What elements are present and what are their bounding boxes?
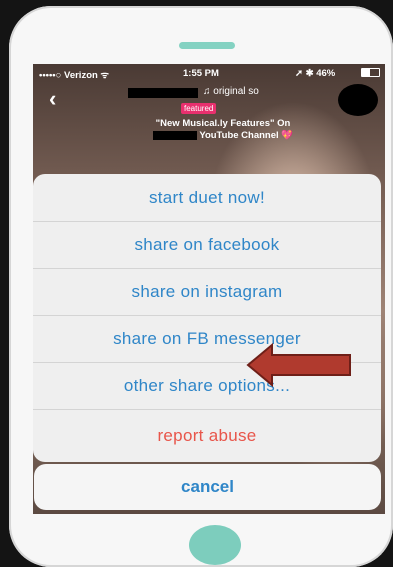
redaction-bar (128, 88, 198, 98)
share-action-sheet: start duet now! share on facebook share … (33, 174, 381, 462)
avatar[interactable] (338, 84, 378, 116)
caption-channel: YouTube Channel (199, 130, 279, 141)
video-caption: "New Musical.ly Features" On YouTube Cha… (113, 118, 333, 142)
caption-line-2: YouTube Channel 💖 (113, 130, 333, 142)
caption-line-1: "New Musical.ly Features" On (155, 118, 291, 129)
phone-screen: •••••○ Verizon ᯤ 1:55 PM ➚ ✱ 46% ‹ ♫ ori… (33, 64, 385, 514)
redaction-bar (152, 130, 197, 140)
share-instagram-button[interactable]: share on instagram (33, 268, 381, 315)
home-button[interactable] (189, 525, 241, 565)
cancel-button[interactable]: cancel (34, 464, 381, 510)
featured-badge: featured (181, 103, 217, 114)
speaker-slot (179, 42, 235, 49)
status-battery: ➚ ✱ 46% (295, 68, 336, 79)
report-abuse-button[interactable]: report abuse (33, 409, 381, 462)
share-facebook-button[interactable]: share on facebook (33, 221, 381, 268)
start-duet-button[interactable]: start duet now! (33, 174, 381, 221)
status-carrier: •••••○ Verizon ᯤ (39, 70, 110, 81)
status-time: 1:55 PM (183, 68, 219, 79)
annotation-arrow-icon (246, 343, 351, 387)
status-bar: •••••○ Verizon ᯤ 1:55 PM ➚ ✱ 46% (33, 68, 385, 82)
song-label: ♫ original so (203, 86, 259, 97)
back-icon[interactable]: ‹ (49, 88, 56, 110)
heart-icon: 💖 (281, 130, 294, 141)
battery-icon (361, 68, 380, 77)
